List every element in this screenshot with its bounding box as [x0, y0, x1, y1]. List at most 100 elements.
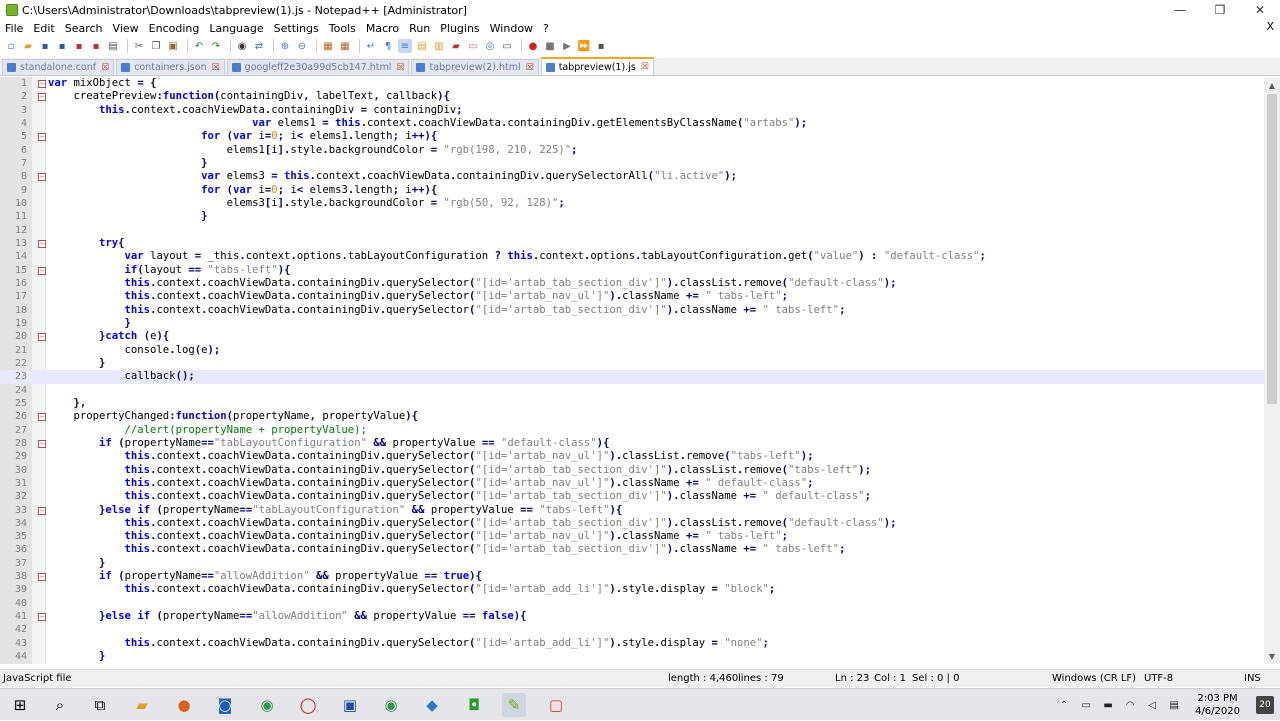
- fold-toggle-icon[interactable]: −: [38, 506, 46, 515]
- copy-icon[interactable]: ❐: [149, 39, 163, 53]
- code-line[interactable]: 35 this.context.coachViewData.containing…: [0, 530, 1264, 543]
- code-line[interactable]: 2 − createPreview:function(containingDiv,…: [0, 90, 1264, 103]
- sync-horizontal-icon[interactable]: ▦: [338, 39, 352, 53]
- menu-language[interactable]: Language: [204, 22, 268, 35]
- fold-toggle-icon[interactable]: −: [38, 266, 46, 275]
- doc-switcher-icon[interactable]: ▭: [500, 39, 514, 53]
- close-all-icon[interactable]: ▪: [89, 39, 103, 53]
- code-text[interactable]: this.context.coachViewData.containingDiv…: [48, 490, 871, 503]
- notification-center-icon[interactable]: 20: [1256, 696, 1274, 714]
- code-text[interactable]: var elems3 = this.context.coachViewData.…: [48, 170, 737, 183]
- code-text[interactable]: }: [48, 210, 207, 223]
- code-line[interactable]: 10 elems3[i].style.backgroundColor = "rg…: [0, 197, 1264, 210]
- fold-toggle-icon[interactable]: −: [38, 613, 46, 622]
- code-area[interactable]: 1− var mixObject = {2− createPreview:func…: [0, 77, 1264, 663]
- code-text[interactable]: if (propertyName=="allowAddition" && pro…: [48, 570, 482, 583]
- tab-standalone-conf[interactable]: standalone.conf ☒: [2, 59, 115, 75]
- code-text[interactable]: this.context.coachViewData.containingDiv…: [48, 517, 897, 530]
- battery-icon[interactable]: ▬: [1101, 698, 1115, 712]
- code-text[interactable]: }: [48, 557, 105, 570]
- code-line[interactable]: 33 − }else if (propertyName=="tabLayoutCo…: [0, 504, 1264, 517]
- close-file-icon[interactable]: ▪: [72, 39, 86, 53]
- new-file-icon[interactable]: ▫: [4, 39, 18, 53]
- code-line[interactable]: 9 for (var i=0; i< elems3.length; i++){: [0, 184, 1264, 197]
- fold-toggle-icon[interactable]: −: [38, 93, 46, 102]
- menu-tools[interactable]: Tools: [324, 22, 361, 35]
- record-macro-icon[interactable]: ●: [526, 39, 540, 53]
- code-line[interactable]: 31 this.context.coachViewData.containing…: [0, 477, 1264, 490]
- code-text[interactable]: if (propertyName=="tabLayoutConfiguratio…: [48, 437, 609, 450]
- menu-search[interactable]: Search: [60, 22, 108, 35]
- code-editor[interactable]: 1− var mixObject = {2− createPreview:func…: [0, 77, 1280, 664]
- code-line[interactable]: 34 this.context.coachViewData.containing…: [0, 517, 1264, 530]
- code-line[interactable]: 41 − }else if (propertyName=="allowAdditi…: [0, 610, 1264, 623]
- code-text[interactable]: this.context.coachViewData.containingDiv…: [48, 637, 769, 650]
- code-line[interactable]: 22 }: [0, 357, 1264, 370]
- code-line[interactable]: 4 var elems1 = this.context.coachViewDat…: [0, 117, 1264, 130]
- chrome-icon[interactable]: ◉: [255, 693, 279, 717]
- scroll-up-icon[interactable]: ▲: [1264, 77, 1280, 93]
- code-line[interactable]: 18 this.context.coachViewData.containing…: [0, 304, 1264, 317]
- code-line[interactable]: 39 this.context.coachViewData.containing…: [0, 583, 1264, 596]
- code-text[interactable]: this.context.coachViewData.containingDiv…: [48, 477, 814, 490]
- stop-macro-icon[interactable]: ■: [543, 39, 557, 53]
- code-line[interactable]: 11 }: [0, 210, 1264, 223]
- code-line[interactable]: 32 this.context.coachViewData.containing…: [0, 490, 1264, 503]
- status-encoding[interactable]: UTF-8: [1144, 673, 1173, 684]
- code-line[interactable]: 13 − try{: [0, 237, 1264, 250]
- undo-icon[interactable]: ↶: [192, 39, 206, 53]
- fold-toggle-icon[interactable]: −: [38, 173, 46, 182]
- zoom-out-icon[interactable]: ⊖: [295, 39, 309, 53]
- code-text[interactable]: this.context.coachViewData.containingDiv…: [48, 543, 846, 556]
- vertical-scrollbar[interactable]: ▲ ▼: [1264, 77, 1280, 664]
- code-line[interactable]: 15 − if(layout == "tabs-left"){: [0, 264, 1264, 277]
- code-line[interactable]: 43 this.context.coachViewData.containing…: [0, 637, 1264, 650]
- show-all-chars-icon[interactable]: ¶: [381, 39, 395, 53]
- code-line[interactable]: 44 }: [0, 650, 1264, 663]
- camtasia-icon[interactable]: ◘: [462, 693, 486, 717]
- code-text[interactable]: }: [48, 157, 207, 170]
- save-icon[interactable]: ▪: [38, 39, 52, 53]
- word-wrap-icon[interactable]: ↵: [364, 39, 378, 53]
- app-icon[interactable]: ▣: [338, 693, 362, 717]
- notepad-plus-plus-taskbar-icon[interactable]: ✎: [502, 693, 526, 717]
- code-text[interactable]: this.context.coachViewData.containingDiv…: [48, 104, 463, 117]
- play-macro-icon[interactable]: ▶: [560, 39, 574, 53]
- recorder-icon[interactable]: ▢: [544, 693, 568, 717]
- minimize-button[interactable]: —: [1160, 0, 1200, 20]
- code-text[interactable]: },: [48, 397, 87, 410]
- tab-tabpreview2-html[interactable]: tabpreview(2).html ☒: [411, 59, 539, 75]
- code-line[interactable]: 3 this.context.coachViewData.containingD…: [0, 104, 1264, 117]
- fold-toggle-icon[interactable]: −: [38, 239, 46, 248]
- code-line[interactable]: 38 − if (propertyName=="allowAddition" &&…: [0, 570, 1264, 583]
- user-defined-lang-icon[interactable]: ◎: [483, 39, 497, 53]
- print-icon[interactable]: ▤: [106, 39, 120, 53]
- code-text[interactable]: this.context.coachViewData.containingDiv…: [48, 450, 814, 463]
- code-text[interactable]: elems1[i].style.backgroundColor = "rgb(1…: [48, 144, 578, 157]
- code-text[interactable]: }catch (e){: [48, 330, 169, 343]
- menu-encoding[interactable]: Encoding: [144, 22, 205, 35]
- code-line[interactable]: 42: [0, 623, 1264, 636]
- task-view-icon[interactable]: ⧉: [88, 693, 112, 717]
- tab-tabpreview1-js[interactable]: tabpreview(1).js ☒: [540, 57, 654, 75]
- code-text[interactable]: }else if (propertyName=="allowAddition" …: [48, 610, 527, 623]
- tab-close-icon[interactable]: ☒: [526, 63, 534, 73]
- code-text[interactable]: this.context.coachViewData.containingDiv…: [48, 464, 871, 477]
- menu-plugins[interactable]: Plugins: [435, 22, 484, 35]
- code-line[interactable]: 17 this.context.coachViewData.containing…: [0, 290, 1264, 303]
- app-icon-2[interactable]: ◆: [420, 693, 444, 717]
- document-map-icon[interactable]: ▤: [415, 39, 429, 53]
- firefox-icon[interactable]: ●: [172, 693, 196, 717]
- fold-toggle-icon[interactable]: −: [38, 333, 46, 342]
- status-eol[interactable]: Windows (CR LF): [1052, 673, 1136, 684]
- code-line[interactable]: 8 − var elems3 = this.context.coachViewDa…: [0, 170, 1264, 183]
- code-line[interactable]: 21 console.log(e);: [0, 344, 1264, 357]
- code-line[interactable]: 19 }: [0, 317, 1264, 330]
- cut-icon[interactable]: ✂: [132, 39, 146, 53]
- code-text[interactable]: this.context.coachViewData.containingDiv…: [48, 277, 897, 290]
- menu-window[interactable]: Window: [485, 22, 538, 35]
- code-text[interactable]: propertyChanged:function(propertyName, p…: [48, 410, 419, 423]
- code-line[interactable]: 37 }: [0, 557, 1264, 570]
- tab-containers-json[interactable]: containers.json ☒: [116, 59, 225, 75]
- code-text[interactable]: elems3[i].style.backgroundColor = "rgb(5…: [48, 197, 565, 210]
